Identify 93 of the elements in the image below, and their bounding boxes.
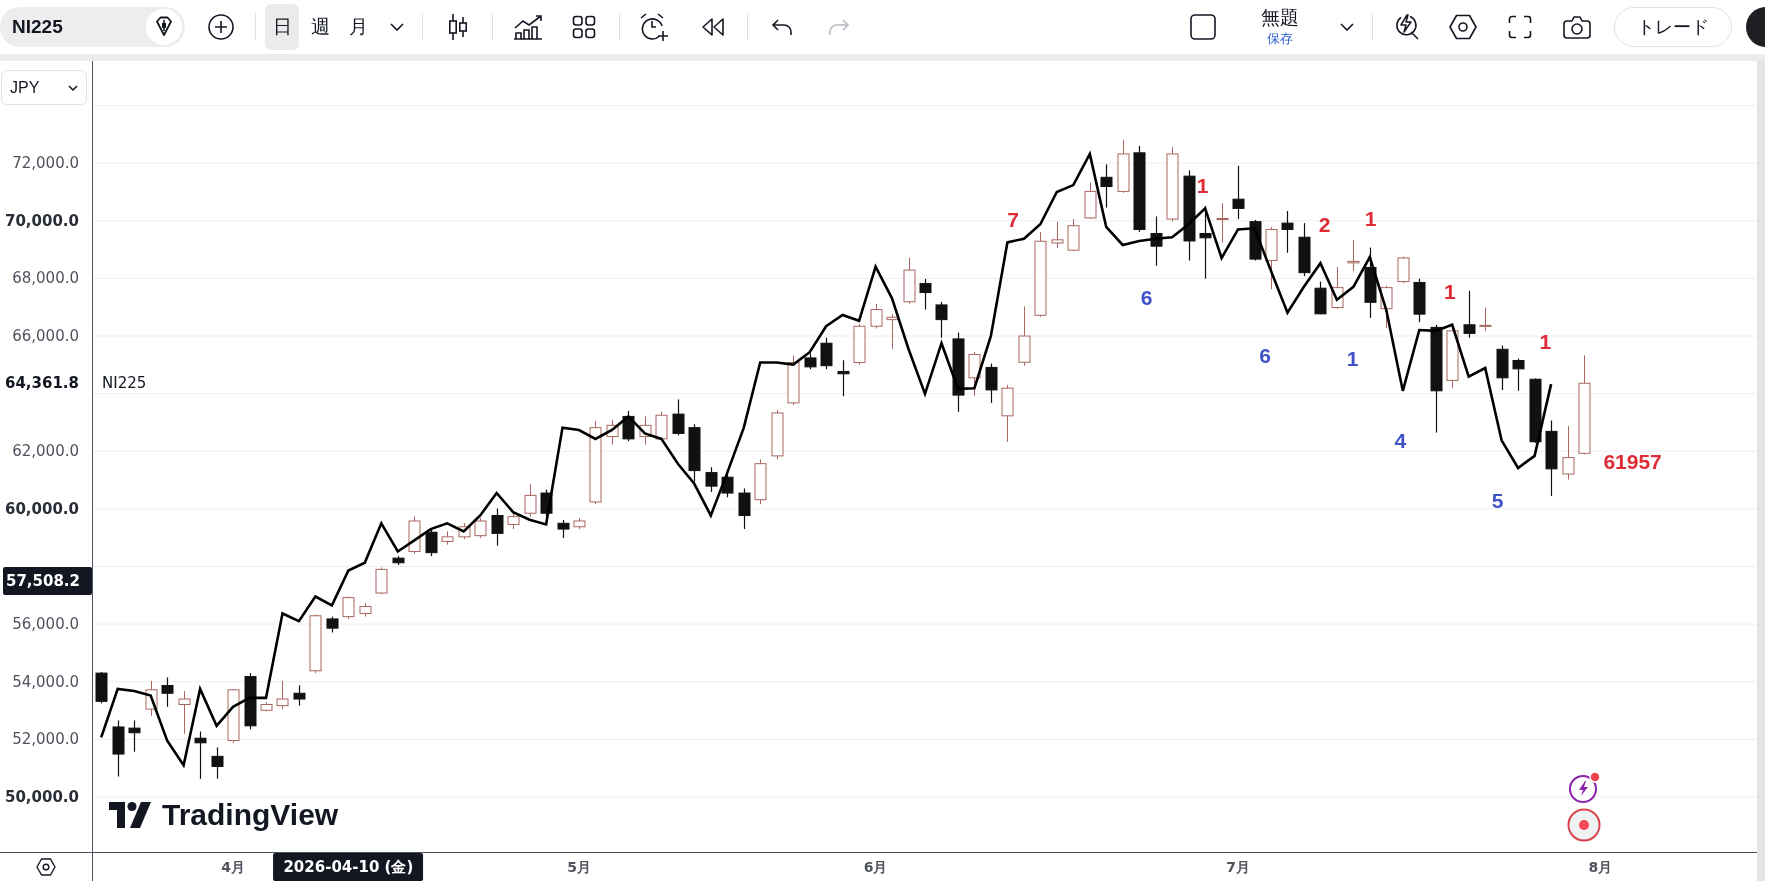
price-tick-label: 70,000.0: [4, 212, 79, 230]
annotation-label: 61957: [1603, 450, 1662, 472]
trade-button[interactable]: トレード: [1614, 7, 1732, 47]
avatar-icon[interactable]: [1745, 7, 1765, 47]
candlestick: [178, 690, 191, 735]
grid-icon[interactable]: [572, 15, 596, 39]
candlestick: [524, 483, 537, 518]
price-tick-label: 54,000.0: [12, 673, 79, 691]
candlestick: [161, 676, 174, 708]
annotation-label: 1: [1539, 330, 1552, 352]
symbol-search-button[interactable]: NI225: [0, 7, 185, 47]
plus-circle-icon[interactable]: [208, 14, 234, 40]
camera-icon[interactable]: [1563, 15, 1591, 39]
annotation-label: 4: [1394, 429, 1407, 451]
annotation-label: 2: [1318, 213, 1331, 235]
time-tick-label: 5月: [567, 858, 591, 877]
interval-tab[interactable]: 日: [265, 4, 299, 50]
time-tick-label: 8月: [1588, 858, 1613, 877]
candlestick: [968, 351, 981, 397]
candlestick: [128, 719, 141, 753]
price-tick-label: 72,000.0: [12, 154, 79, 172]
settings-icon[interactable]: [1449, 14, 1477, 40]
annotation-label: 5: [1491, 489, 1504, 511]
candlestick: [194, 730, 207, 780]
candlestick: [919, 278, 932, 311]
price-tick-label: 56,000.0: [12, 615, 79, 633]
undo-icon[interactable]: [771, 18, 793, 36]
candlestick: [1100, 163, 1113, 209]
candlestick: [1216, 202, 1229, 243]
bar-chart-icon[interactable]: [513, 14, 543, 40]
price-tick-label: 50,000.0: [4, 788, 79, 806]
candlestick: [1397, 256, 1410, 284]
logo-text: TradingView: [162, 800, 339, 830]
annotation-label: 1: [1196, 174, 1209, 196]
candlestick: [1562, 425, 1575, 480]
rewind-icon[interactable]: [701, 17, 725, 37]
crosshair-price-label: 57,508.2: [3, 566, 92, 595]
price-tick-label: 68,000.0: [12, 269, 79, 287]
annotation-label: 1: [1364, 207, 1377, 229]
layout-title[interactable]: 無題: [1261, 7, 1299, 29]
price-tick-label: 66,000.0: [12, 327, 79, 345]
logo-icon: [109, 802, 151, 828]
annotation-label: 1: [1443, 280, 1456, 302]
candlestick: [1281, 210, 1294, 254]
chevron-down-icon[interactable]: [1340, 23, 1354, 31]
interval-tab[interactable]: 月: [341, 4, 375, 50]
alarm-clock-icon[interactable]: [639, 12, 669, 42]
record-icon[interactable]: [1567, 808, 1601, 842]
candlestick: [276, 680, 289, 710]
currency-dropdown[interactable]: JPY: [1, 70, 87, 105]
candlestick: [738, 487, 751, 530]
candlestick: [491, 508, 504, 547]
fullscreen-icon[interactable]: [1508, 15, 1532, 39]
candlestick: [1463, 290, 1476, 339]
annotation-label: 6: [1259, 344, 1272, 366]
interval-tab[interactable]: 週: [303, 4, 337, 50]
candlestick: [557, 519, 570, 539]
time-tick-label: 4月: [221, 858, 245, 877]
candlestick: [211, 746, 224, 780]
candlestick: [672, 398, 685, 437]
save-status: 保存: [1267, 31, 1293, 47]
candlestick: [870, 303, 883, 330]
candlestick-icon[interactable]: [447, 13, 469, 41]
annotation-label: 7: [1007, 208, 1019, 230]
chevron-down-icon[interactable]: [390, 23, 404, 31]
candlestick: [705, 466, 718, 493]
candlestick: [1051, 221, 1064, 249]
candlestick: [425, 528, 438, 557]
candlestick: [342, 595, 355, 620]
price-tick-label: 60,000.0: [4, 500, 79, 518]
candlestick: [820, 337, 833, 370]
price-tick-label: 62,000.0: [12, 442, 79, 460]
lightning-badge-icon[interactable]: [1567, 771, 1601, 805]
candlestick: [474, 517, 487, 539]
chevron-down-icon[interactable]: [68, 84, 78, 91]
candlestick: [1512, 357, 1525, 392]
crosshair-date-label: 2026-04-10 (金): [273, 853, 424, 881]
candlestick: [375, 566, 388, 595]
settings-icon[interactable]: [36, 858, 56, 876]
time-tick-label: 7月: [1226, 858, 1250, 877]
scrollbar[interactable]: [1757, 61, 1765, 881]
candlestick: [1232, 165, 1245, 220]
candlestick: [293, 684, 306, 707]
candlestick: [1347, 239, 1360, 272]
candlestick: [837, 359, 850, 397]
time-tick-label: 6月: [863, 858, 888, 877]
candlestick: [985, 363, 998, 404]
square-icon[interactable]: [1190, 14, 1216, 40]
candlestick: [935, 301, 948, 339]
annotation-label: 1: [1346, 347, 1359, 369]
candlestick: [1479, 307, 1492, 332]
annotation-label: 6: [1140, 286, 1153, 308]
price-tick-label: 52,000.0: [12, 730, 79, 748]
